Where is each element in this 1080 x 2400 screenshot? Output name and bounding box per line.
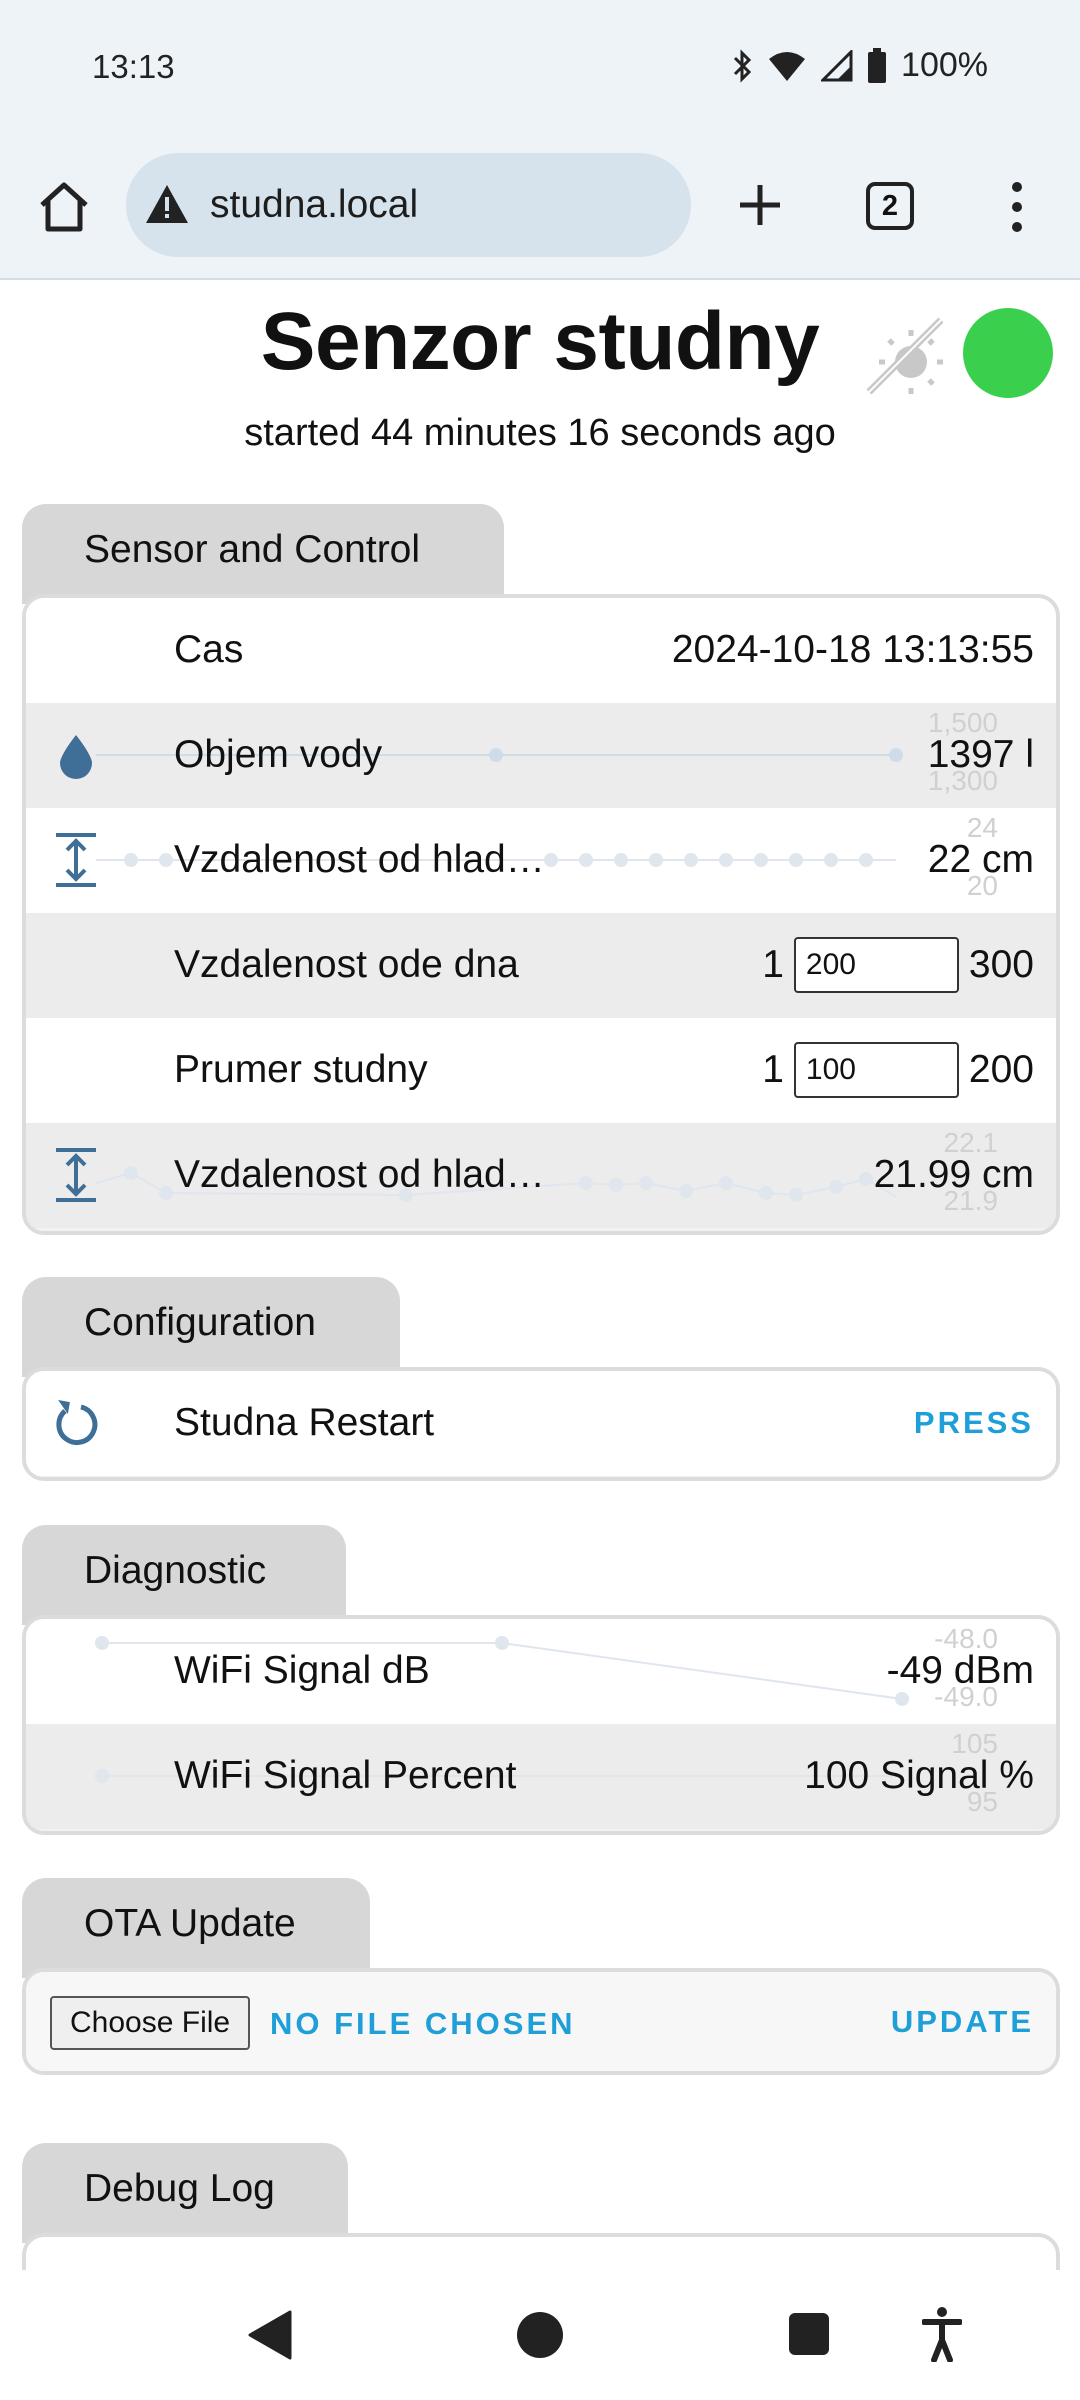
row-label: Prumer studny bbox=[174, 1048, 428, 1091]
table-row: Cas 2024-10-18 13:13:55 bbox=[26, 598, 1056, 703]
recents-icon[interactable] bbox=[788, 2312, 830, 2361]
status-icons: 100% bbox=[731, 46, 988, 85]
table-row: Vzdalenost ode dna 1 300 bbox=[26, 913, 1056, 1018]
url-text[interactable]: studna.local bbox=[210, 183, 418, 227]
table-row[interactable]: 22.1 21.9 Vzdalenost od hlad… 21.99 cm bbox=[26, 1123, 1056, 1228]
diagnostic-panel: -48.0 -49.0 WiFi Signal dB -49 dBm 105 9… bbox=[22, 1615, 1060, 1835]
choose-file-button[interactable]: Choose File bbox=[50, 1996, 251, 2050]
ota-update-panel: Choose File NO FILE CHOSEN UPDATE bbox=[22, 1968, 1060, 2075]
number-min: 1 bbox=[762, 943, 784, 986]
row-value: -49 dBm bbox=[886, 1649, 1034, 1692]
more-menu-icon[interactable] bbox=[1000, 175, 1034, 239]
number-max: 200 bbox=[968, 1048, 1034, 1091]
number-control: 1 200 bbox=[762, 1042, 1034, 1098]
bottom-distance-input[interactable] bbox=[793, 937, 959, 993]
update-button[interactable]: UPDATE bbox=[891, 2004, 1034, 2040]
restart-icon bbox=[46, 1393, 106, 1453]
no-file-label: NO FILE CHOSEN bbox=[270, 2006, 576, 2041]
wifi-icon bbox=[767, 49, 807, 83]
section-tab-ota-update: OTA Update bbox=[22, 1878, 370, 1978]
row-label: WiFi Signal Percent bbox=[174, 1754, 517, 1797]
address-bar[interactable]: studna.local bbox=[126, 153, 691, 257]
section-tab-debug-log: Debug Log bbox=[22, 2143, 348, 2243]
section-tab-sensor-control: Sensor and Control bbox=[22, 504, 504, 604]
row-label: Objem vody bbox=[174, 733, 383, 776]
ota-row: Choose File NO FILE CHOSEN UPDATE bbox=[26, 1972, 1056, 2071]
browser-toolbar: studna.local 2 bbox=[0, 135, 1080, 280]
arrow-expand-vertical-icon bbox=[46, 1145, 106, 1205]
table-row: Prumer studny 1 200 bbox=[26, 1018, 1056, 1123]
row-value: 1397 l bbox=[927, 733, 1034, 776]
sensor-control-panel: Cas 2024-10-18 13:13:55 1,500 1,300 Obje… bbox=[22, 594, 1060, 1235]
warning-icon[interactable] bbox=[144, 183, 190, 230]
accessibility-icon[interactable] bbox=[921, 2306, 963, 2367]
back-icon[interactable] bbox=[246, 2310, 292, 2365]
connection-status-indicator bbox=[963, 308, 1053, 398]
configuration-panel: Studna Restart PRESS bbox=[22, 1367, 1060, 1481]
table-row[interactable]: 1,500 1,300 Objem vody 1397 l bbox=[26, 703, 1056, 808]
home-nav-icon[interactable] bbox=[516, 2310, 564, 2365]
row-label: Cas bbox=[174, 628, 244, 671]
row-label: Vzdalenost od hlad… bbox=[174, 838, 545, 881]
battery-percent: 100% bbox=[901, 46, 988, 84]
row-value: 100 Signal % bbox=[804, 1754, 1034, 1797]
number-control: 1 300 bbox=[762, 937, 1034, 993]
number-min: 1 bbox=[762, 1048, 784, 1091]
row-label: Studna Restart bbox=[174, 1401, 435, 1444]
table-row[interactable]: 24 20 Vzdalenost od hlad… 22 cm bbox=[26, 808, 1056, 913]
row-label: Vzdalenost ode dna bbox=[174, 943, 519, 986]
home-icon[interactable] bbox=[34, 177, 94, 237]
bluetooth-icon bbox=[731, 48, 753, 83]
theme-toggle-icon[interactable] bbox=[855, 306, 947, 398]
row-label: Vzdalenost od hlad… bbox=[174, 1153, 545, 1196]
table-row[interactable]: -48.0 -49.0 WiFi Signal dB -49 dBm bbox=[26, 1619, 1056, 1724]
system-nav-bar bbox=[0, 2270, 1080, 2400]
battery-icon bbox=[867, 47, 887, 84]
row-value: 21.99 cm bbox=[873, 1153, 1034, 1196]
status-time: 13:13 bbox=[92, 48, 175, 85]
arrow-expand-vertical-icon bbox=[46, 830, 106, 890]
row-value: 22 cm bbox=[927, 838, 1034, 881]
cell-signal-icon bbox=[821, 49, 853, 82]
section-tab-diagnostic: Diagnostic bbox=[22, 1525, 346, 1625]
water-drop-icon bbox=[46, 725, 106, 785]
new-tab-icon[interactable] bbox=[730, 175, 790, 235]
restart-press-button[interactable]: PRESS bbox=[914, 1405, 1034, 1441]
table-row[interactable]: Studna Restart PRESS bbox=[26, 1371, 1056, 1476]
section-tab-configuration: Configuration bbox=[22, 1277, 400, 1377]
row-value: 2024-10-18 13:13:55 bbox=[671, 628, 1034, 671]
row-label: WiFi Signal dB bbox=[174, 1649, 430, 1692]
number-max: 300 bbox=[968, 943, 1034, 986]
uptime-text: started 44 minutes 16 seconds ago bbox=[244, 412, 836, 454]
status-bar: 13:13 100% bbox=[0, 0, 1080, 135]
tab-switcher-button[interactable]: 2 bbox=[866, 182, 914, 230]
table-row[interactable]: 105 95 WiFi Signal Percent 100 Signal % bbox=[26, 1724, 1056, 1829]
well-diameter-input[interactable] bbox=[793, 1042, 959, 1098]
